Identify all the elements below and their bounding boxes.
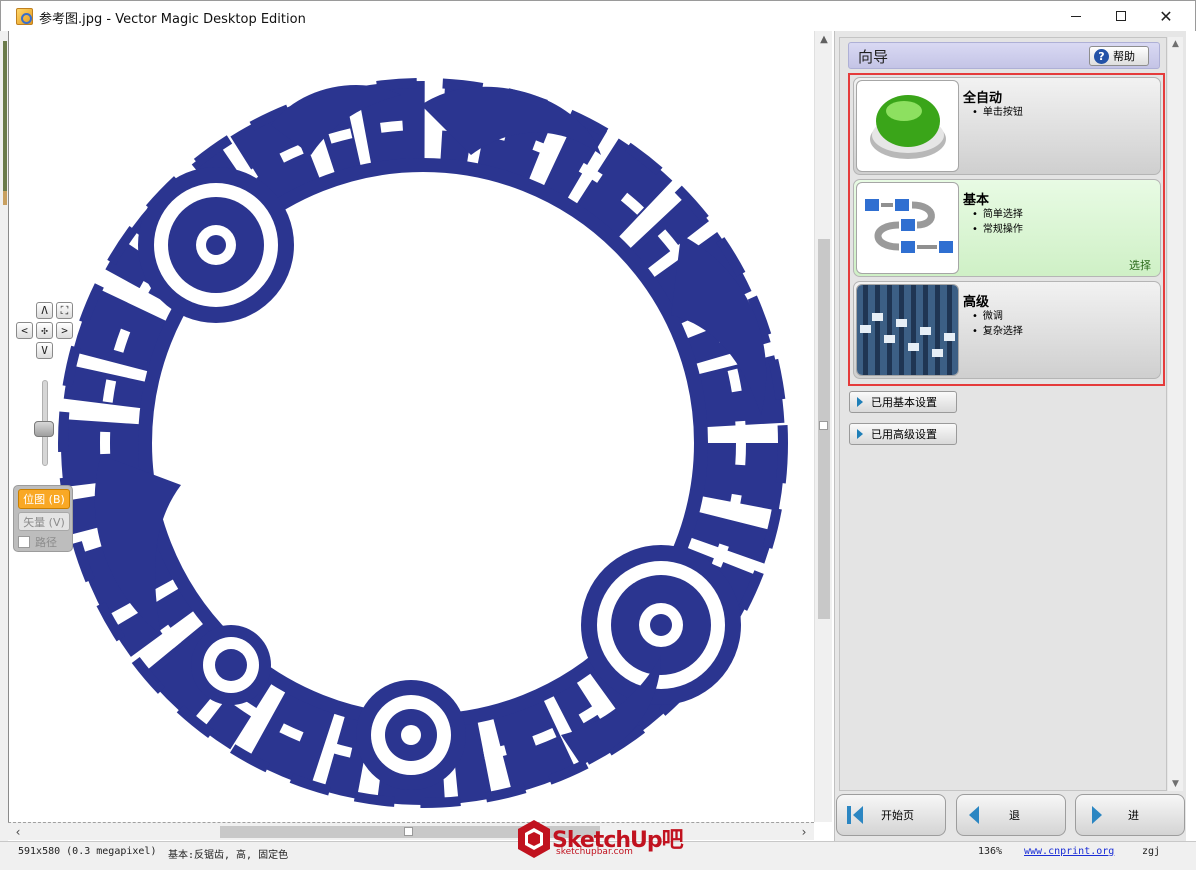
wizard-content: 向导 ? 帮助 全自动 单击按钮	[839, 37, 1167, 791]
close-button[interactable]: ✕	[1143, 1, 1189, 31]
pan-down-button[interactable]: V	[36, 342, 53, 359]
flower-bottom-right	[581, 545, 741, 705]
back-button[interactable]: 退	[956, 794, 1066, 836]
next-button[interactable]: 进	[1075, 794, 1185, 836]
path-toggle[interactable]: 路径	[18, 534, 70, 550]
flower-top-left	[138, 167, 294, 323]
minimize-icon	[1071, 15, 1081, 17]
next-arrow-icon	[1092, 806, 1102, 824]
back-label: 退	[1009, 809, 1020, 822]
pan-right-button[interactable]: >	[56, 322, 73, 339]
option-bullets: 简单选择 常规操作	[972, 205, 1023, 235]
skip-back-icon	[847, 806, 863, 824]
wizard-panel: 向导 ? 帮助 全自动 单击按钮	[834, 31, 1186, 841]
ornament-artwork	[58, 78, 788, 808]
option-bullet: 简单选择	[972, 205, 1023, 220]
option-bullet: 复杂选择	[972, 322, 1023, 337]
flower-bottom-left	[191, 625, 271, 705]
scroll-down-arrow-icon[interactable]: ▼	[1168, 777, 1183, 791]
next-label: 进	[1128, 809, 1139, 822]
option-bullets: 单击按钮	[972, 103, 1023, 118]
play-arrow-icon	[857, 397, 863, 407]
pan-left-button[interactable]: <	[16, 322, 33, 339]
zoom-status: 136%	[978, 846, 1003, 857]
option-bullet: 单击按钮	[972, 103, 1023, 118]
option-basic[interactable]: 基本 简单选择 常规操作 选择	[853, 179, 1161, 277]
watermark-url: sketchupbar.com	[556, 847, 633, 857]
bitmap-mode-button[interactable]: 位图 (B)	[18, 489, 70, 509]
scroll-up-arrow-icon[interactable]: ▲	[815, 31, 833, 47]
option-bullets: 微调 复杂选择	[972, 307, 1023, 337]
flower-bottom-center	[356, 680, 466, 790]
canvas-horizontal-scrollbar[interactable]: ‹ ›	[8, 822, 814, 840]
title-bar: 参考图.jpg - Vector Magic Desktop Edition ✕	[0, 0, 1196, 31]
option-fully-automatic[interactable]: 全自动 单击按钮	[853, 77, 1161, 175]
scroll-up-arrow-icon[interactable]: ▲	[1168, 37, 1183, 51]
maximize-button[interactable]	[1098, 1, 1144, 31]
minimize-button[interactable]	[1053, 1, 1099, 31]
zoom-slider-knob[interactable]	[34, 421, 54, 437]
help-icon: ?	[1094, 48, 1109, 64]
wizard-title: 向导	[858, 48, 889, 66]
scroll-left-arrow-icon[interactable]: ‹	[10, 823, 26, 841]
user-status: zgj	[1142, 846, 1161, 857]
start-page-label: 开始页	[881, 809, 914, 822]
app-icon	[16, 8, 33, 25]
back-arrow-icon	[969, 806, 979, 824]
mode-status: 基本:反锯齿, 高, 固定色	[168, 850, 289, 861]
path-label: 路径	[35, 536, 57, 549]
wizard-options-box: 全自动 单击按钮	[848, 73, 1165, 386]
vector-mode-button[interactable]: 矢量 (V)	[18, 512, 70, 531]
maximize-icon	[1116, 11, 1126, 21]
canvas-vertical-scrollbar[interactable]: ▲	[814, 31, 832, 822]
canvas-hscroll-center[interactable]	[404, 827, 413, 836]
zoom-fit-button[interactable]: ⛶	[56, 302, 73, 319]
option-select-label[interactable]: 选择	[1129, 257, 1151, 273]
center-button[interactable]: ✣	[36, 322, 53, 339]
help-label: 帮助	[1113, 50, 1135, 63]
window-title: 参考图.jpg - Vector Magic Desktop Edition	[39, 12, 306, 27]
basic-settings-button[interactable]: 已用基本设置	[849, 391, 957, 413]
image-size-status: 591x580 (0.3 megapixel)	[18, 846, 157, 857]
mixer-thumbnail	[856, 284, 959, 376]
canvas-vscroll-center[interactable]	[819, 421, 828, 430]
close-icon: ✕	[1159, 6, 1173, 26]
flow-diagram-thumbnail	[856, 182, 959, 274]
view-mode-panel: 位图 (B) 矢量 (V) 路径	[13, 485, 73, 552]
path-checkbox[interactable]	[18, 536, 30, 548]
left-edge	[0, 31, 8, 841]
pan-up-button[interactable]: Λ	[36, 302, 53, 319]
green-button-thumbnail	[856, 80, 959, 172]
image-canvas[interactable]: Λ ⛶ < ✣ > V	[8, 31, 814, 822]
option-advanced[interactable]: 高级 微调 复杂选择	[853, 281, 1161, 379]
basic-settings-label: 已用基本设置	[871, 396, 937, 409]
option-bullet: 微调	[972, 307, 1023, 322]
advanced-settings-button[interactable]: 已用高级设置	[849, 423, 957, 445]
website-link[interactable]: www.cnprint.org	[1024, 846, 1114, 857]
wizard-header: 向导 ? 帮助	[848, 42, 1160, 69]
scroll-right-arrow-icon[interactable]: ›	[796, 823, 812, 841]
sketchup-watermark: SketchUp吧 sketchupbar.com	[516, 818, 684, 864]
advanced-settings-label: 已用高级设置	[871, 428, 937, 441]
wizard-vertical-scrollbar[interactable]: ▲ ▼	[1168, 37, 1183, 791]
sketchup-logo-icon	[518, 820, 550, 858]
option-bullet: 常规操作	[972, 220, 1023, 235]
play-arrow-icon	[857, 429, 863, 439]
start-page-button[interactable]: 开始页	[836, 794, 946, 836]
help-button[interactable]: ? 帮助	[1089, 46, 1149, 66]
